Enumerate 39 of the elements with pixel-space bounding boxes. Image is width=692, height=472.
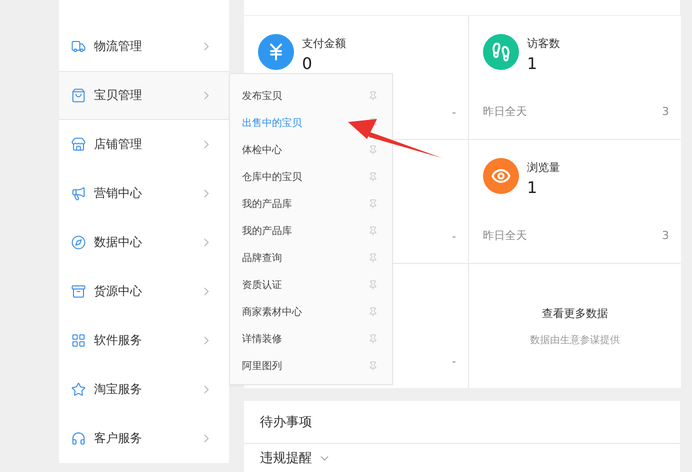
submenu-item[interactable]: 商家素材中心	[230, 298, 392, 325]
submenu-item[interactable]: 发布宝贝	[230, 82, 392, 109]
stat-previous-value: 3	[662, 105, 669, 118]
submenu-item[interactable]: 阿里图列	[230, 352, 392, 379]
megaphone-icon	[71, 186, 86, 201]
violation-section[interactable]: 违规提醒	[244, 444, 680, 472]
stat-previous-value: 3	[662, 229, 669, 242]
todo-title: 待办事项	[260, 414, 312, 431]
bag-icon	[71, 88, 86, 103]
headphones-icon	[71, 431, 86, 446]
more-data-subtitle: 数据由生意参谋提供	[530, 334, 620, 346]
sidebar-item[interactable]: 宝贝管理	[59, 71, 229, 120]
stat-previous-value: -	[452, 230, 456, 243]
stat-title: 支付金额	[302, 36, 346, 51]
more-data-card[interactable]: 查看更多数据 数据由生意参谋提供	[469, 264, 681, 388]
stat-title: 访客数	[527, 36, 560, 51]
submenu-item[interactable]: 详情装修	[230, 325, 392, 352]
stat-value: 1	[527, 178, 538, 197]
stat-previous-value: -	[452, 106, 456, 119]
submenu-item[interactable]: 品牌查询	[230, 244, 392, 271]
store-icon	[71, 137, 86, 152]
grid-icon	[71, 333, 86, 348]
star-icon	[71, 382, 86, 397]
submenu-item[interactable]: 我的产品库	[230, 217, 392, 244]
section-title: 违规提醒	[260, 450, 312, 467]
stat-title: 浏览量	[527, 160, 560, 175]
compass-icon	[71, 235, 86, 250]
stat-previous-value: -	[452, 355, 456, 368]
stat-value: 0	[302, 54, 314, 73]
archive-icon	[71, 284, 86, 299]
submenu-item[interactable]: 体检中心	[230, 136, 392, 163]
stat-value: 1	[527, 54, 538, 73]
stat-period: 昨日全天	[483, 104, 527, 119]
submenu-item[interactable]: 资质认证	[230, 271, 392, 298]
submenu-item[interactable]: 我的产品库	[230, 190, 392, 217]
truck-icon	[71, 39, 86, 54]
stat-period: 昨日全天	[483, 228, 527, 243]
more-data-title: 查看更多数据	[542, 306, 608, 320]
submenu-item[interactable]: 仓库中的宝贝	[230, 163, 392, 190]
